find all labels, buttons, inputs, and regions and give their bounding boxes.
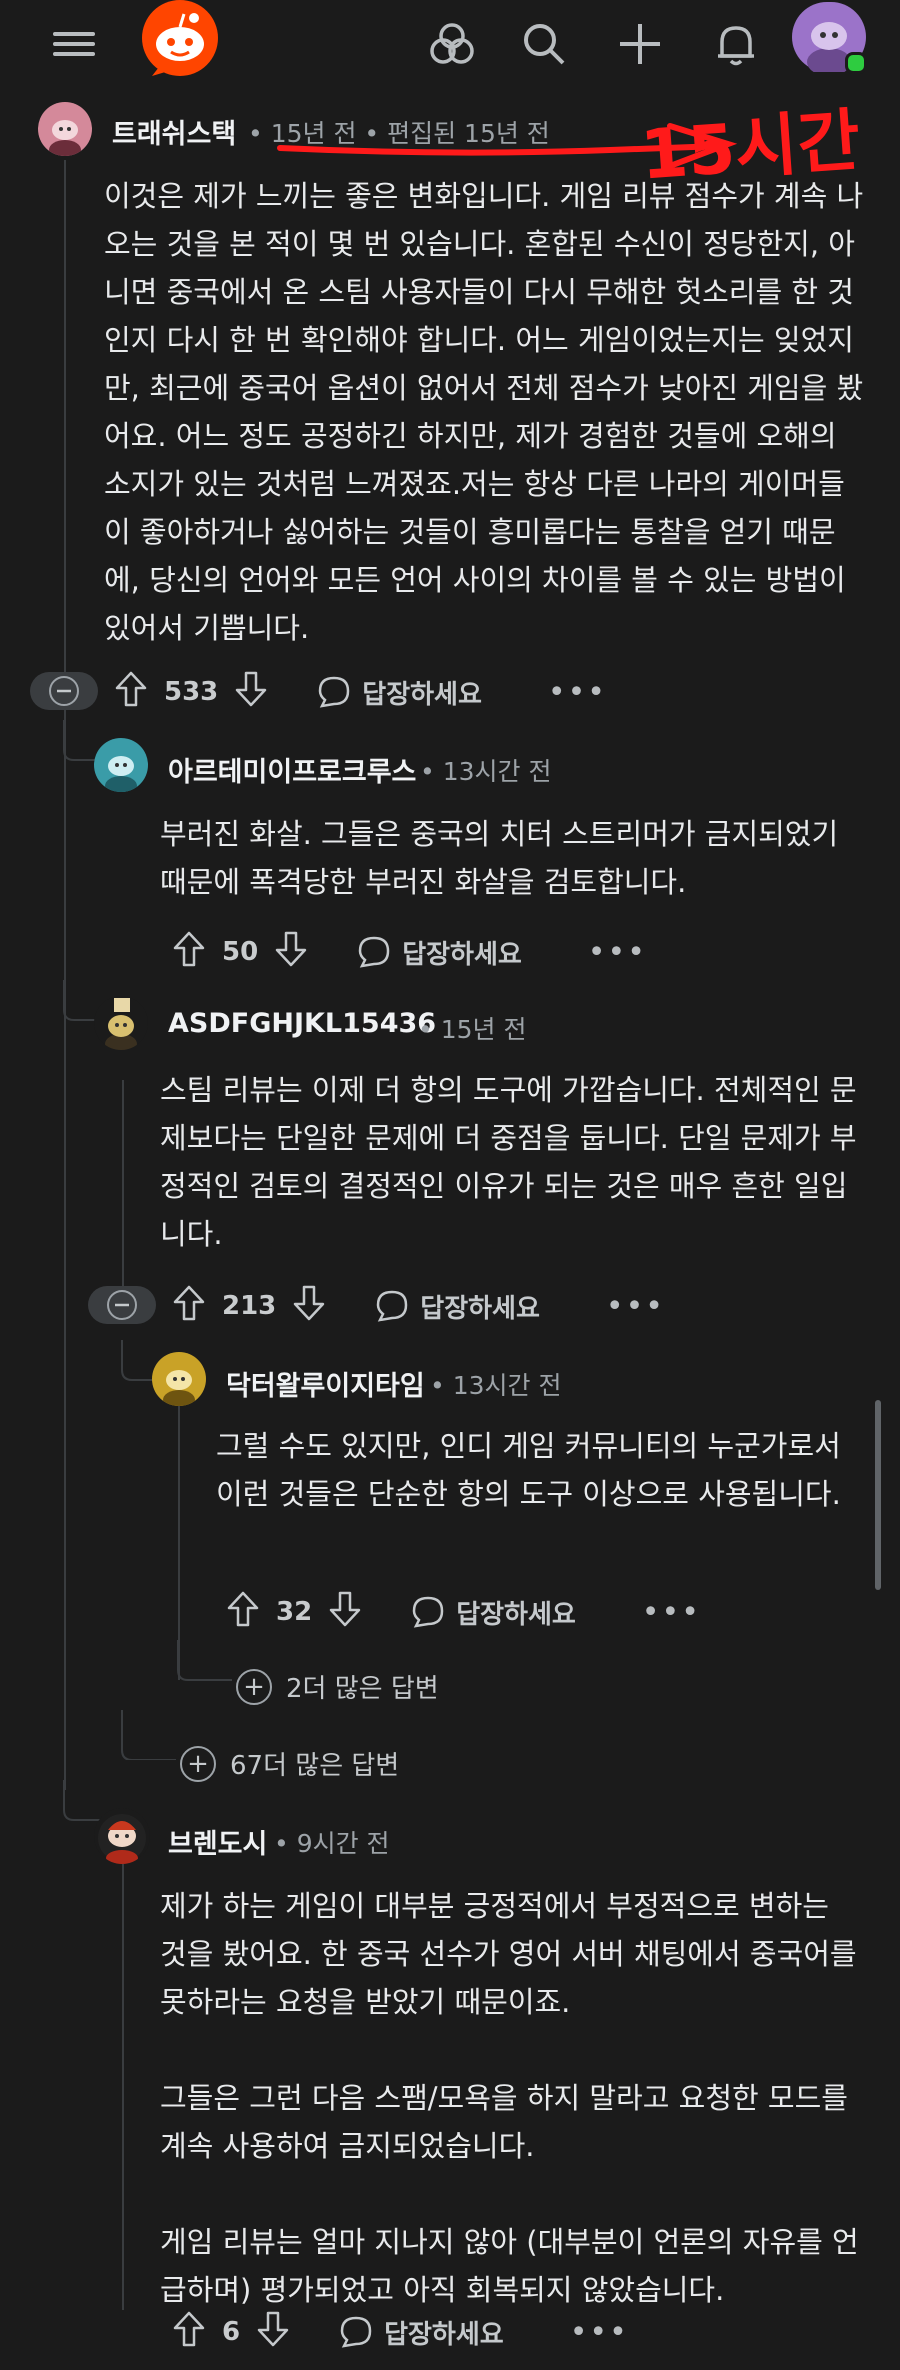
thread-connector	[121, 1710, 176, 1760]
reply-bubble-icon	[319, 676, 350, 708]
downvote-icon[interactable]	[274, 930, 308, 974]
reply-button[interactable]: 답장하세요	[374, 1288, 540, 1325]
thread-line	[178, 1380, 180, 1680]
avatar[interactable]	[94, 738, 148, 792]
more-options-icon[interactable]: •••	[548, 675, 607, 710]
upvote-icon[interactable]	[172, 1284, 206, 1328]
vote-bar: 213 답장하세요 •••	[172, 1284, 665, 1328]
create-post-icon[interactable]	[610, 14, 670, 74]
vote-bar: 50 답장하세요 •••	[172, 930, 647, 974]
vote-count: 50	[222, 937, 259, 967]
comment-meta: • 13시간 전	[430, 1371, 562, 1400]
thread-connector	[177, 1640, 232, 1681]
reply-bubble-icon	[412, 1596, 444, 1628]
vote-bar: 6 답장하세요 •••	[172, 2310, 629, 2354]
reply-bubble-icon	[358, 936, 390, 968]
more-options-icon[interactable]: •••	[606, 1289, 665, 1324]
menu-icon[interactable]	[44, 14, 104, 74]
explore-icon[interactable]	[422, 14, 482, 74]
more-options-icon[interactable]: •••	[642, 1595, 701, 1630]
top-bar	[0, 0, 900, 88]
reply-button[interactable]: 답장하세요	[356, 934, 522, 971]
comment-body: 제가 하는 게임이 대부분 긍정적에서 부정적으로 변하는 것을 봤어요. 한 …	[160, 1889, 859, 2307]
downvote-icon[interactable]	[292, 1284, 326, 1328]
online-status-dot	[845, 52, 867, 74]
more-replies-button[interactable]: + 2더 많은 답변	[236, 1668, 439, 1705]
reddit-logo-icon[interactable]	[142, 0, 218, 76]
comment-meta: • 15년 전 • 편집된 15년 전	[248, 119, 550, 148]
comment-author[interactable]: 트래쉬스택	[112, 112, 236, 151]
notifications-bell-icon[interactable]	[706, 14, 766, 74]
thread-line	[122, 1080, 124, 1310]
thread-line	[64, 710, 66, 1790]
reply-button[interactable]: 답장하세요	[410, 1594, 576, 1631]
downvote-icon[interactable]	[256, 2310, 290, 2354]
avatar[interactable]	[152, 1352, 206, 1406]
plus-circle-icon: +	[180, 1745, 216, 1782]
comment-body: 부러진 화살. 그들은 중국의 치터 스트리머가 금지되었기 때문에 폭격당한 …	[160, 817, 839, 899]
upvote-icon[interactable]	[172, 2310, 206, 2354]
reply-bubble-icon	[340, 2316, 372, 2348]
search-icon[interactable]	[514, 14, 574, 74]
reply-bubble-icon	[377, 1290, 408, 1322]
comment-meta: • 13시간 전	[420, 757, 552, 786]
vote-count: 6	[222, 2317, 241, 2347]
thread-line	[64, 160, 66, 680]
comment-author[interactable]: 브렌도시	[168, 1822, 267, 1861]
scrollbar[interactable]	[875, 1400, 881, 1590]
vote-count: 533	[164, 677, 219, 707]
vote-bar: 533 답장하세요 •••	[114, 670, 607, 714]
comment-body: 스팀 리뷰는 이제 더 항의 도구에 가깝습니다. 전체적인 문제보다는 단일한…	[160, 1073, 857, 1251]
thread-line	[122, 1840, 124, 2310]
plus-circle-icon: +	[236, 1668, 272, 1705]
comment-meta: • 15년 전	[418, 1015, 527, 1044]
comment-author[interactable]: 아르테미이프로크루스	[168, 750, 416, 789]
vote-count: 32	[276, 1597, 313, 1627]
avatar[interactable]	[38, 102, 92, 156]
more-options-icon[interactable]: •••	[570, 2315, 629, 2350]
more-options-icon[interactable]: •••	[588, 935, 647, 970]
upvote-icon[interactable]	[172, 930, 206, 974]
comment-body: 이것은 제가 느끼는 좋은 변화입니다. 게임 리뷰 점수가 계속 나오는 것을…	[104, 179, 864, 645]
avatar[interactable]	[94, 996, 148, 1050]
comment-author[interactable]: 닥터왈루이지타임	[226, 1364, 425, 1403]
more-replies-button[interactable]: + 67더 많은 답변	[180, 1745, 399, 1782]
downvote-icon[interactable]	[328, 1590, 362, 1634]
comment-body: 그럴 수도 있지만, 인디 게임 커뮤니티의 누군가로서 이런 것들은 단순한 …	[216, 1429, 841, 1511]
upvote-icon[interactable]	[226, 1590, 260, 1634]
upvote-icon[interactable]	[114, 670, 148, 714]
comment-author[interactable]: ASDFGHJKL15436	[168, 1008, 436, 1039]
vote-count: 213	[222, 1291, 277, 1321]
downvote-icon[interactable]	[234, 670, 268, 714]
comment-meta: • 9시간 전	[274, 1829, 390, 1858]
vote-bar: 32 답장하세요 •••	[226, 1590, 701, 1634]
reply-button[interactable]: 답장하세요	[316, 674, 482, 711]
collapse-thread-button[interactable]	[30, 672, 98, 710]
collapse-thread-button[interactable]	[88, 1286, 156, 1324]
reply-button[interactable]: 답장하세요	[338, 2314, 504, 2351]
avatar[interactable]	[94, 1808, 150, 1864]
